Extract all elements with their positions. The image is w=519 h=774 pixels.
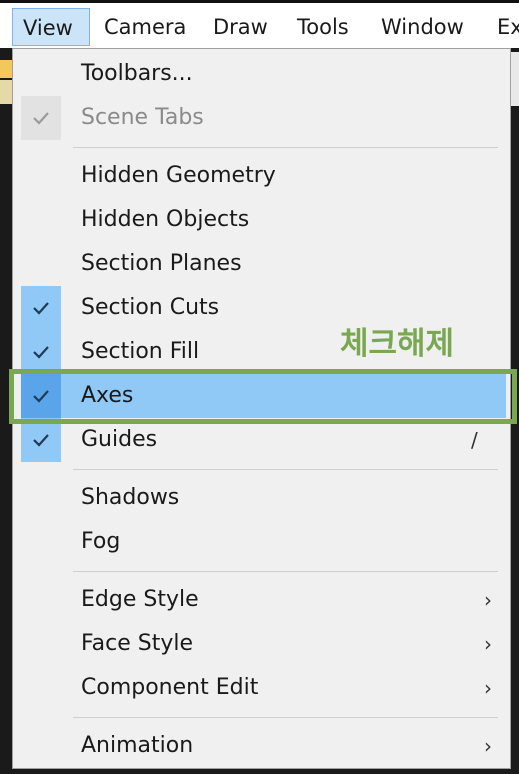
menu-draw[interactable]: Draw <box>213 8 268 46</box>
menu-item-label: Section Cuts <box>81 295 220 320</box>
menu-item-label: Section Fill <box>81 339 200 364</box>
annotation-label: 체크해제 <box>340 326 455 362</box>
menu-item-toolbars[interactable]: Toolbars... <box>21 52 506 96</box>
view-dropdown-menu: Toolbars... Scene Tabs Hidden Geometry H… <box>12 48 511 769</box>
shortcut-key: / <box>471 428 478 452</box>
menu-camera[interactable]: Camera <box>104 8 186 46</box>
menu-separator <box>73 571 498 572</box>
menu-separator <box>73 717 498 718</box>
check-icon <box>21 330 61 374</box>
menu-bar: View Camera Draw Tools Window Ex <box>0 0 519 48</box>
menu-item-label: Fog <box>81 529 121 554</box>
background-toolbar-strip <box>0 60 12 78</box>
menu-item-face-style[interactable]: Face Style › <box>21 622 506 666</box>
menu-item-animation[interactable]: Animation › <box>21 724 506 768</box>
menu-item-label: Shadows <box>81 485 180 510</box>
menu-item-label: Edge Style <box>81 587 199 612</box>
menu-view[interactable]: View <box>12 8 90 46</box>
menu-item-label: Scene Tabs <box>81 105 204 130</box>
menu-item-label: Component Edit <box>81 675 259 700</box>
chevron-right-icon: › <box>484 632 492 656</box>
check-icon <box>21 96 61 140</box>
menu-item-label: Toolbars... <box>81 61 193 86</box>
menu-item-label: Face Style <box>81 631 193 656</box>
menu-item-scene-tabs[interactable]: Scene Tabs <box>21 96 506 140</box>
menu-item-hidden-geometry[interactable]: Hidden Geometry <box>21 154 506 198</box>
menu-item-label: Section Planes <box>81 251 242 276</box>
menu-item-section-planes[interactable]: Section Planes <box>21 242 506 286</box>
menu-item-hidden-objects[interactable]: Hidden Objects <box>21 198 506 242</box>
chevron-right-icon: › <box>484 676 492 700</box>
background-toolbar-strip <box>0 80 12 104</box>
chevron-right-icon: › <box>484 734 492 758</box>
menu-item-edge-style[interactable]: Edge Style › <box>21 578 506 622</box>
menu-tools[interactable]: Tools <box>297 8 349 46</box>
menu-separator <box>73 469 498 470</box>
menu-item-label: Animation <box>81 733 194 758</box>
menu-item-shadows[interactable]: Shadows <box>21 476 506 520</box>
menu-item-guides[interactable]: Guides / <box>21 418 506 462</box>
menu-item-label: Hidden Geometry <box>81 163 276 188</box>
menu-extensions[interactable]: Ex <box>497 8 519 46</box>
menu-item-label: Guides <box>81 427 158 452</box>
menu-item-fog[interactable]: Fog <box>21 520 506 564</box>
menu-item-label: Axes <box>81 383 134 408</box>
menu-item-axes[interactable]: Axes <box>21 374 506 418</box>
check-icon <box>21 418 61 462</box>
check-icon <box>21 286 61 330</box>
menu-window[interactable]: Window <box>381 8 464 46</box>
chevron-right-icon: › <box>484 588 492 612</box>
menu-item-label: Hidden Objects <box>81 207 250 232</box>
menu-item-component-edit[interactable]: Component Edit › <box>21 666 506 710</box>
menu-separator <box>73 147 498 148</box>
check-icon <box>21 374 61 418</box>
background-panel <box>511 52 519 106</box>
